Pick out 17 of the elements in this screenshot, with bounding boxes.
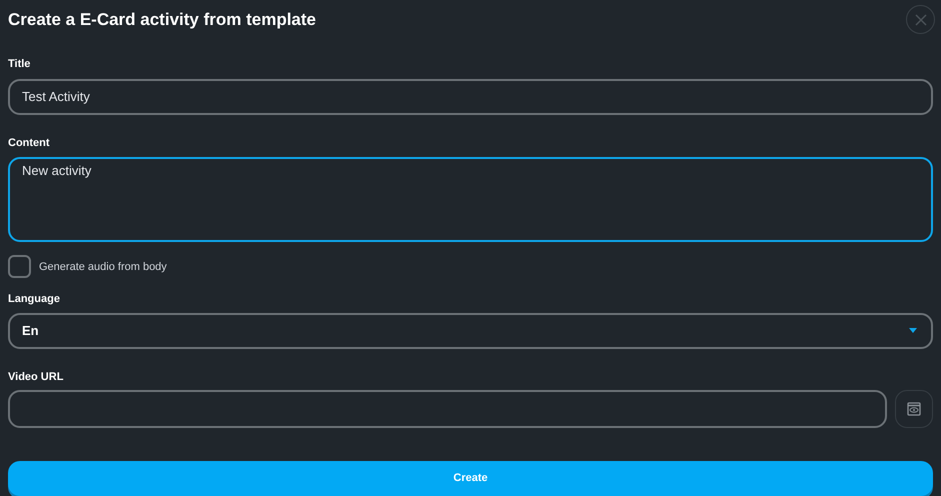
- dialog-title: Create a E-Card activity from template: [8, 8, 316, 31]
- field-label: Title: [8, 57, 32, 72]
- select-value: En: [22, 322, 39, 340]
- preview-button[interactable]: [895, 390, 933, 428]
- checkbox[interactable]: [8, 255, 31, 278]
- field-label: Language: [8, 292, 61, 308]
- eye-icon: [907, 402, 921, 416]
- close-button[interactable]: [906, 5, 935, 34]
- content-field[interactable]: New activity: [8, 157, 933, 242]
- field-label: Content: [8, 136, 51, 151]
- language-select[interactable]: En: [8, 312, 933, 349]
- checkbox-label: Generate audio from body: [39, 260, 167, 275]
- title-field[interactable]: Test Activity: [8, 78, 933, 115]
- field-label: Video URL: [8, 370, 64, 385]
- dropdown-caret-icon: [909, 328, 917, 334]
- video-url-field[interactable]: [8, 390, 887, 428]
- close-icon: [914, 12, 928, 27]
